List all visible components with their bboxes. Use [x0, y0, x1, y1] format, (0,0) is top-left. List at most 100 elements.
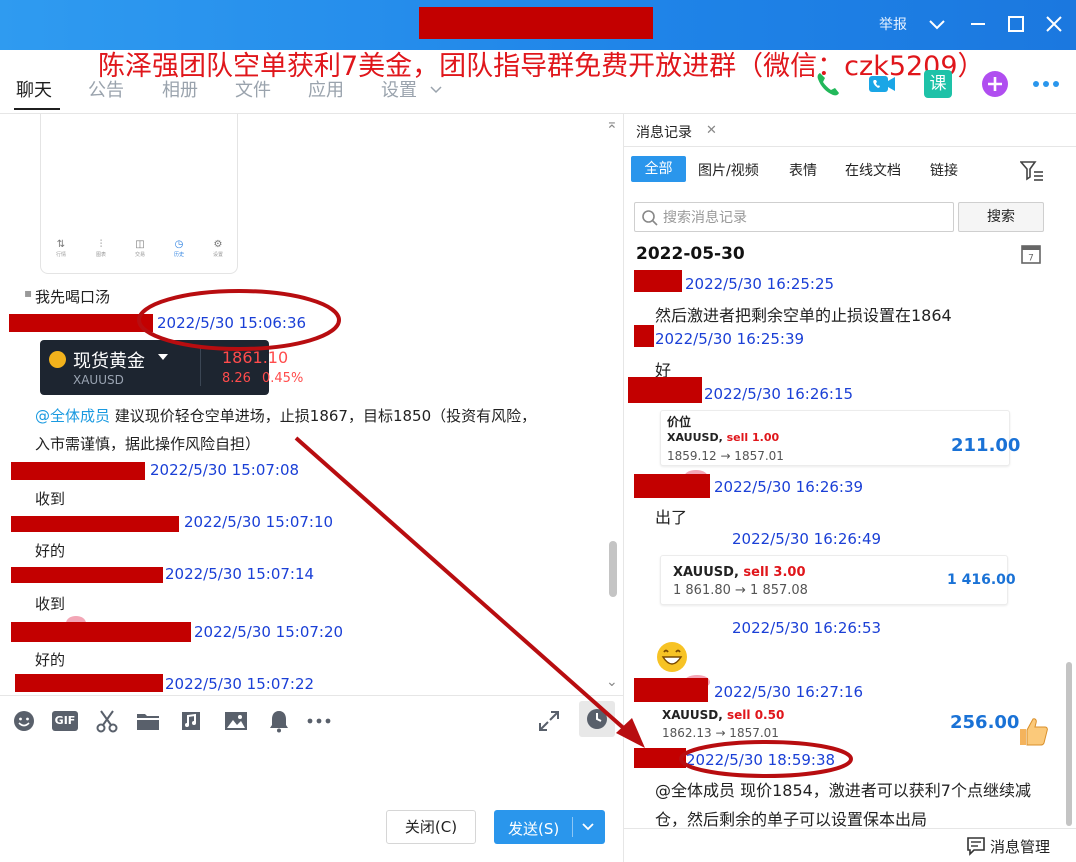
emoji-icon[interactable]	[11, 708, 37, 734]
gold-coin-icon	[49, 351, 66, 368]
chevron-down-icon[interactable]	[925, 12, 949, 36]
trade-result-card[interactable]: XAUUSD, sell 3.00 1 861.80 → 1 857.08 1 …	[660, 555, 1016, 605]
trade-symbol: XAUUSD, sell 3.00	[673, 565, 806, 580]
chevron-down-icon[interactable]	[580, 818, 596, 834]
history-scrollbar[interactable]	[1066, 662, 1072, 826]
message-manage-label: 消息管理	[990, 838, 1051, 856]
message-text: 好的	[35, 651, 66, 669]
trade-symbol: XAUUSD, sell 0.50	[662, 708, 785, 722]
tab-album[interactable]: 相册	[162, 76, 198, 102]
add-app-icon[interactable]	[979, 68, 1011, 100]
top-tab-bar: 聊天 公告 相册 文件 应用 设置	[0, 64, 620, 112]
message-timestamp: 2022/5/30 16:27:16	[714, 683, 864, 701]
more-icon[interactable]	[306, 708, 332, 734]
message-text: 仓，然后剩余的单子可以设置保本出局	[655, 810, 928, 829]
message-timestamp: 2022/5/30 15:06:36	[157, 314, 307, 332]
filter-icon[interactable]	[1020, 160, 1044, 182]
gold-card-divider	[200, 348, 201, 386]
caret-down-icon	[158, 354, 168, 360]
gold-quote-card[interactable]: 现货黄金 XAUUSD 1861.10 8.26 0.45%	[40, 340, 303, 395]
trade-card-header: 价位	[667, 415, 692, 429]
redacted-sender	[9, 314, 153, 332]
redacted-sender	[634, 474, 710, 498]
tab-settings[interactable]: 设置	[381, 76, 417, 102]
message-text: 入市需谨慎，据此操作风险自担）	[35, 435, 261, 453]
calendar-icon[interactable]: 7	[1020, 243, 1042, 265]
video-call-icon[interactable]	[866, 68, 898, 100]
lesson-icon[interactable]: 课	[924, 70, 952, 98]
collapse-top-icon[interactable]: ⌅	[606, 116, 618, 132]
message-text: 出了	[655, 508, 688, 527]
tab-chat[interactable]: 聊天	[16, 76, 52, 102]
filter-links[interactable]: 链接	[930, 160, 958, 180]
shared-screenshot-card[interactable]: ⇅ 行情 ⫶ 图表 ◫ 交易 ◷ 历史 ⚙ 设置	[40, 114, 238, 274]
redacted-sender	[11, 462, 145, 480]
phone-call-icon[interactable]	[812, 68, 844, 100]
search-icon	[642, 210, 658, 226]
search-button[interactable]: 搜索	[958, 202, 1044, 232]
tab-apps[interactable]: 应用	[308, 76, 344, 102]
chevron-down-icon[interactable]	[429, 82, 443, 96]
tab-files[interactable]: 文件	[235, 76, 271, 102]
expand-icon[interactable]	[536, 708, 562, 734]
trade-result-card[interactable]: XAUUSD, sell 0.50 1862.13 → 1857.01 256.…	[660, 704, 1019, 748]
history-search-input[interactable]	[663, 207, 943, 229]
screenshot-icon[interactable]	[94, 708, 120, 734]
phone-nav-item: ◷ 历史	[173, 239, 184, 258]
collapse-bottom-icon[interactable]: ⌄	[606, 674, 618, 690]
more-icon[interactable]	[1030, 68, 1062, 100]
trade-result-card[interactable]: 价位 XAUUSD, sell 1.00 1859.12 → 1857.01 2…	[660, 410, 1020, 466]
music-icon[interactable]	[178, 708, 204, 734]
gold-quote-percent: 0.45%	[262, 371, 304, 386]
message-timestamp: 2022/5/30 16:26:15	[704, 385, 854, 403]
message-timestamp: 2022/5/30 18:59:38	[686, 751, 836, 769]
chat-scrollbar[interactable]	[609, 541, 617, 597]
trade-profit: 1 416.00	[947, 572, 1016, 588]
tab-announcements[interactable]: 公告	[88, 76, 124, 102]
filter-stickers[interactable]: 表情	[789, 160, 817, 180]
phone-nav-item: ⫶ 图表	[95, 239, 106, 258]
history-date: 2022-05-30	[636, 244, 745, 264]
send-button-divider	[572, 817, 573, 837]
minimize-icon[interactable]	[966, 12, 990, 36]
gif-icon[interactable]: GIF	[52, 711, 78, 731]
message-timestamp: 2022/5/30 16:26:53	[732, 619, 882, 637]
trade-prices: 1862.13 → 1857.01	[662, 726, 779, 740]
history-search-box[interactable]	[634, 202, 954, 232]
active-tab-indicator	[14, 108, 60, 110]
bell-icon[interactable]	[266, 708, 292, 734]
input-toolbar: GIF	[0, 695, 623, 745]
redacted-sender	[634, 748, 686, 768]
maximize-icon[interactable]	[1004, 12, 1028, 36]
svg-text:7: 7	[1028, 254, 1034, 264]
message-text: @全体成员 现价1854，激进者可以获利7个点继续减	[655, 781, 1031, 800]
history-tab[interactable]: 消息记录	[636, 122, 692, 142]
close-icon[interactable]	[1042, 12, 1066, 36]
gold-quote-code: XAUUSD	[73, 373, 124, 387]
filter-all[interactable]: 全部	[631, 156, 686, 182]
send-button-label: 发送(S)	[508, 820, 560, 838]
message-text: 我先喝口汤	[35, 288, 111, 306]
phone-nav-item: ◫ 交易	[134, 239, 145, 258]
folder-icon[interactable]	[135, 708, 161, 734]
mention-all[interactable]: @全体成员	[35, 407, 110, 425]
title-bar: 举报	[0, 0, 1076, 50]
close-button[interactable]: 关闭(C)	[386, 810, 476, 844]
redacted-group-name	[419, 7, 653, 39]
clock-icon	[587, 709, 607, 729]
redacted-sender	[628, 377, 702, 403]
report-link[interactable]: 举报	[879, 14, 907, 34]
message-text: 收到	[35, 490, 66, 508]
trade-prices: 1 861.80 → 1 857.08	[673, 583, 808, 598]
filter-media[interactable]: 图片/视频	[698, 160, 759, 180]
close-icon[interactable]: ✕	[706, 123, 717, 138]
message-text: @全体成员 建议现价轻仓空单进场，止损1867，目标1850（投资有风险，	[35, 407, 537, 425]
phone-nav-item: ⚙ 设置	[212, 239, 223, 258]
message-timestamp: 2022/5/30 15:07:08	[150, 461, 300, 479]
image-icon[interactable]	[223, 708, 249, 734]
message-text: 然后激进者把剩余空单的止损设置在1864	[655, 306, 952, 325]
send-button[interactable]: 发送(S)	[494, 810, 605, 844]
chat-message-list[interactable]: ⇅ 行情 ⫶ 图表 ◫ 交易 ◷ 历史 ⚙ 设置 ▪ 我先喝口汤 2022/5/30 15…	[0, 114, 623, 694]
history-clock-button[interactable]	[579, 701, 615, 737]
filter-docs[interactable]: 在线文档	[845, 160, 901, 180]
